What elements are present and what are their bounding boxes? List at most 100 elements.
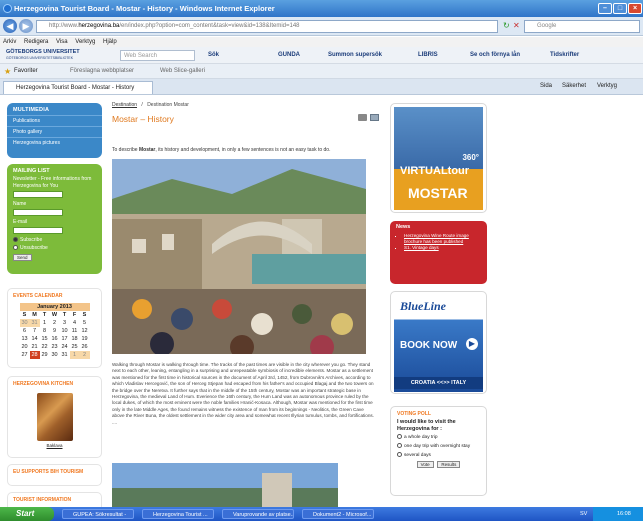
toolbar-search-input[interactable]: Web Search — [120, 50, 195, 61]
web-slice-link[interactable]: Web Slice-galleri — [160, 64, 205, 79]
blueline-ad[interactable]: BlueLine BOOK NOW ▶ CROATIA <<>> ITALY — [390, 291, 487, 394]
calendar-day[interactable]: 19 — [80, 335, 90, 343]
toolbar-summon-button[interactable]: Summon supersök — [328, 50, 382, 61]
menu-tools[interactable]: Verktyg — [75, 39, 95, 45]
calendar-day[interactable]: 8 — [40, 327, 50, 335]
calendar-day[interactable]: 30 — [19, 319, 30, 327]
multimedia-pictures-link[interactable]: Herzegovina pictures — [7, 137, 102, 148]
name-field[interactable] — [13, 209, 63, 216]
calendar-day[interactable]: 18 — [70, 335, 80, 343]
menu-help[interactable]: Hjälp — [103, 39, 117, 45]
taskbar-item[interactable]: GUPEA: Sökresultat - — [62, 509, 134, 519]
results-button[interactable]: Results — [437, 461, 461, 469]
menu-edit[interactable]: Redigera — [24, 39, 48, 45]
calendar-day[interactable]: 6 — [20, 327, 30, 335]
calendar-day[interactable]: 31 — [29, 319, 40, 327]
poll-radio[interactable] — [397, 434, 402, 439]
subscribe-radio[interactable] — [13, 237, 18, 243]
vote-button[interactable]: Vote — [416, 461, 434, 469]
calendar-day[interactable]: 23 — [50, 343, 60, 351]
toolbar-fornya-button[interactable]: Se och förnya lån — [470, 50, 520, 61]
multimedia-publications-link[interactable]: Publications — [7, 115, 102, 126]
poll-option[interactable]: several days — [391, 451, 486, 460]
menu-view[interactable]: Visa — [56, 39, 68, 45]
news-item[interactable]: Herzegovina Wine Route image brochure ha… — [404, 233, 483, 245]
calendar-day[interactable]: 14 — [30, 335, 40, 343]
toolbar-tidskrifter-button[interactable]: Tidskrifter — [550, 50, 579, 61]
calendar-day[interactable]: 1 — [40, 319, 50, 327]
refresh-icon[interactable]: ↻ — [503, 21, 510, 30]
calendar-day[interactable]: 20 — [20, 343, 30, 351]
favorites-button[interactable]: Favoriter — [14, 64, 38, 79]
calendar-day[interactable]: 24 — [60, 343, 70, 351]
multimedia-photo-gallery-link[interactable]: Photo gallery — [7, 126, 102, 137]
calendar-day[interactable]: 29 — [40, 351, 50, 359]
email-icon[interactable] — [370, 114, 379, 121]
calendar-day-today[interactable]: 28 — [29, 351, 40, 359]
menu-file[interactable]: Arkiv — [3, 39, 16, 45]
toolbar-gunda-button[interactable]: GUNDA — [278, 50, 300, 61]
calendar-day[interactable]: 17 — [60, 335, 70, 343]
calendar-day[interactable]: 4 — [70, 319, 80, 327]
calendar-day[interactable]: 9 — [50, 327, 60, 335]
calendar-day[interactable]: 27 — [20, 351, 30, 359]
stop-icon[interactable]: ✕ — [513, 21, 520, 30]
calendar-day[interactable]: 3 — [60, 319, 70, 327]
url-input[interactable]: http://www.herzegovina.ba/en/index.php?o… — [36, 20, 498, 33]
subscribe-option[interactable]: Subscribe — [7, 236, 102, 244]
search-input[interactable]: Google — [524, 20, 640, 33]
calendar-day[interactable]: 22 — [40, 343, 50, 351]
suggested-sites-link[interactable]: Föreslagna webbplatser — [70, 64, 134, 79]
taskbar-item[interactable]: Dokument2 - Microsof... — [302, 509, 374, 519]
breadcrumb-root[interactable]: Destination — [112, 102, 137, 108]
baklava-image[interactable] — [36, 393, 73, 441]
kitchen-caption[interactable]: Baklava — [8, 443, 101, 448]
active-tab[interactable]: Herzegovina Tourist Board - Mostar - His… — [3, 81, 153, 94]
calendar-day[interactable]: 31 — [60, 351, 70, 359]
safety-menu[interactable]: Säkerhet — [562, 83, 586, 89]
taskbar-item[interactable]: Varuprovande av platse... — [222, 509, 294, 519]
clock[interactable]: 16:08 — [617, 511, 631, 517]
mailing-list-box: MAILING LIST Newsletter - Free informati… — [7, 164, 102, 274]
send-button[interactable]: Send — [13, 254, 32, 261]
taskbar-item[interactable]: Herzegovina Tourist ... — [142, 509, 214, 519]
tools-menu[interactable]: Verktyg — [597, 83, 617, 89]
poll-option[interactable]: a whole day trip — [391, 433, 486, 442]
calendar-day[interactable]: 26 — [80, 343, 90, 351]
minimize-button[interactable]: – — [598, 3, 612, 14]
print-icon[interactable] — [358, 114, 367, 121]
calendar-day[interactable]: 11 — [70, 327, 80, 335]
calendar-day[interactable]: 5 — [80, 319, 90, 327]
news-item[interactable]: S1. Vintage days — [404, 245, 483, 251]
mailing-field-1[interactable] — [13, 191, 63, 198]
calendar-day[interactable]: 2 — [50, 319, 60, 327]
forward-icon[interactable]: ▶ — [19, 19, 33, 33]
virtual-tour-ad[interactable]: 360° VIRTUALtour MOSTAR — [390, 103, 487, 213]
calendar-day[interactable]: 2 — [79, 351, 90, 359]
calendar-day[interactable]: 10 — [60, 327, 70, 335]
close-button[interactable]: × — [628, 3, 642, 14]
calendar-day[interactable]: 1 — [69, 351, 80, 359]
calendar-day[interactable]: 15 — [40, 335, 50, 343]
language-indicator[interactable]: SV — [580, 507, 587, 521]
toolbar-libris-button[interactable]: LIBRIS — [418, 50, 438, 61]
unsubscribe-option[interactable]: Unsubscribe — [7, 244, 102, 252]
calendar-day[interactable]: 21 — [30, 343, 40, 351]
toolbar-sok-button[interactable]: Sök — [208, 50, 219, 61]
calendar-day[interactable]: 16 — [50, 335, 60, 343]
poll-radio[interactable] — [397, 451, 402, 457]
page-menu[interactable]: Sida — [540, 83, 552, 89]
poll-radio[interactable] — [397, 442, 402, 448]
unsubscribe-radio[interactable] — [13, 245, 18, 251]
calendar-day[interactable]: 12 — [80, 327, 90, 335]
calendar-day[interactable]: 7 — [30, 327, 40, 335]
poll-option[interactable]: one day trip with overnight stay — [391, 442, 486, 451]
maximize-button[interactable]: □ — [613, 3, 627, 14]
calendar-day[interactable]: 13 — [20, 335, 30, 343]
back-icon[interactable]: ◀ — [3, 19, 17, 33]
calendar-day[interactable]: 25 — [70, 343, 80, 351]
start-button[interactable]: Start — [0, 507, 54, 521]
calendar-day[interactable]: 30 — [50, 351, 60, 359]
email-field[interactable] — [13, 227, 63, 234]
toolbar-brand[interactable]: GÖTEBORGS UNIVERSITET GÖTEBORGS UNIVERSI… — [6, 49, 80, 60]
